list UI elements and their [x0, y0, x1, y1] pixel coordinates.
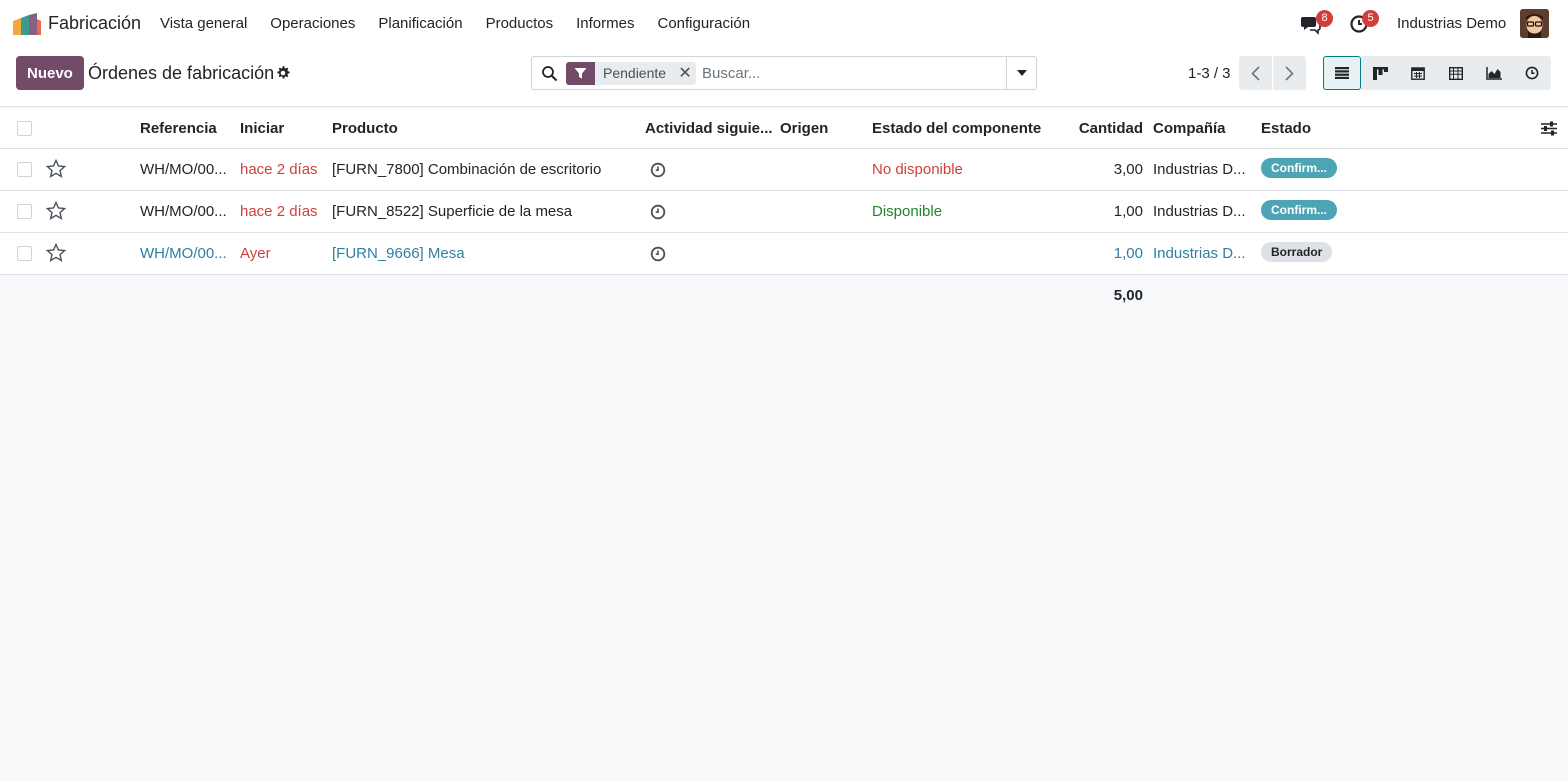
- pager-next-button[interactable]: [1273, 56, 1306, 90]
- kanban-icon: [1372, 66, 1388, 80]
- table-footer: 5,00: [0, 275, 1568, 316]
- activity-clock-icon[interactable]: [650, 162, 666, 178]
- quantity-total: 5,00: [1113, 287, 1143, 304]
- column-quantity[interactable]: Cantidad: [1079, 120, 1143, 137]
- status-badge: Borrador: [1261, 242, 1333, 262]
- cell-component-status: No disponible: [872, 161, 963, 178]
- search-input[interactable]: [702, 61, 1002, 85]
- search-options-toggle[interactable]: [1006, 57, 1036, 89]
- priority-star-icon[interactable]: [46, 159, 66, 179]
- row-checkbox[interactable]: [17, 204, 32, 219]
- area-chart-icon: [1486, 66, 1502, 80]
- page-title: Órdenes de fabricación: [88, 63, 275, 83]
- priority-star-icon[interactable]: [46, 201, 66, 221]
- cell-start: Ayer: [240, 245, 271, 262]
- menu-item-overview[interactable]: Vista general: [160, 15, 247, 32]
- cell-component-status: Disponible: [872, 203, 943, 220]
- cell-product: [FURN_7800] Combinación de escritorio: [332, 161, 602, 178]
- column-reference[interactable]: Referencia: [140, 120, 217, 137]
- cell-company: Industrias D...: [1153, 203, 1246, 220]
- activity-view-button[interactable]: [1513, 56, 1551, 90]
- cell-quantity: 1,00: [1113, 203, 1143, 220]
- row-checkbox[interactable]: [17, 162, 32, 177]
- caret-down-icon: [1016, 70, 1027, 76]
- status-badge: Confirm...: [1261, 158, 1337, 178]
- search-bar: Pendiente ✕: [531, 56, 1037, 90]
- table-header: Referencia Iniciar Producto Actividad si…: [0, 108, 1568, 149]
- gear-icon[interactable]: [275, 65, 291, 81]
- status-badge: Confirm...: [1261, 200, 1337, 220]
- clock-icon: [1525, 66, 1539, 80]
- table-row[interactable]: WH/MO/00... Ayer [FURN_9666] Mesa 1,00 I…: [0, 233, 1568, 275]
- menu-item-reports[interactable]: Informes: [576, 15, 634, 32]
- table-row[interactable]: WH/MO/00... hace 2 días [FURN_7800] Comb…: [0, 149, 1568, 191]
- facet-label: Pendiente: [603, 65, 667, 81]
- menu-item-planning[interactable]: Planificación: [378, 15, 462, 32]
- calendar-icon: [1411, 67, 1425, 80]
- priority-star-icon[interactable]: [46, 243, 66, 263]
- view-switcher: [1323, 56, 1551, 90]
- pivot-table-icon: [1449, 66, 1463, 80]
- menu-item-operations[interactable]: Operaciones: [270, 15, 355, 32]
- column-state[interactable]: Estado: [1261, 120, 1311, 137]
- cell-start: hace 2 días: [240, 203, 318, 220]
- optional-columns-sliders-icon[interactable]: [1541, 121, 1557, 136]
- kanban-view-button[interactable]: [1361, 56, 1399, 90]
- search-icon[interactable]: [541, 65, 558, 82]
- activities-badge: 5: [1362, 10, 1379, 27]
- cell-product: [FURN_8522] Superficie de la mesa: [332, 203, 573, 220]
- cell-company: Industrias D...: [1153, 245, 1246, 262]
- user-avatar[interactable]: [1520, 9, 1549, 38]
- menu-item-configuration[interactable]: Configuración: [657, 15, 750, 32]
- cell-reference: WH/MO/00...: [140, 203, 227, 220]
- cell-reference: WH/MO/00...: [140, 161, 227, 178]
- manufacturing-app-icon[interactable]: [13, 13, 41, 35]
- control-panel: Nuevo Órdenes de fabricación Pendiente ✕…: [0, 47, 1568, 107]
- table-row[interactable]: WH/MO/00... hace 2 días [FURN_8522] Supe…: [0, 191, 1568, 233]
- list-icon: [1335, 67, 1349, 79]
- pivot-view-button[interactable]: [1437, 56, 1475, 90]
- top-navbar: Fabricación Vista general Operaciones Pl…: [0, 0, 1568, 47]
- activity-clock-icon[interactable]: [650, 246, 666, 262]
- main-menu: Vista general Operaciones Planificación …: [160, 15, 773, 32]
- select-all-checkbox[interactable]: [17, 121, 32, 136]
- chevron-left-icon: [1251, 65, 1260, 81]
- column-start[interactable]: Iniciar: [240, 120, 284, 137]
- messages-badge: 8: [1316, 10, 1333, 27]
- pager-value[interactable]: 1-3 / 3: [1188, 65, 1231, 82]
- new-button[interactable]: Nuevo: [16, 56, 84, 90]
- menu-item-products[interactable]: Productos: [486, 15, 554, 32]
- remove-facet-close-icon[interactable]: ✕: [674, 62, 696, 85]
- pager-previous-button[interactable]: [1239, 56, 1272, 90]
- cell-quantity: 1,00: [1113, 245, 1143, 262]
- cell-product: [FURN_9666] Mesa: [332, 245, 465, 262]
- cell-company: Industrias D...: [1153, 161, 1246, 178]
- column-origin[interactable]: Origen: [780, 120, 828, 137]
- graph-view-button[interactable]: [1475, 56, 1513, 90]
- filter-icon: [566, 62, 595, 85]
- row-checkbox[interactable]: [17, 246, 32, 261]
- cell-reference: WH/MO/00...: [140, 245, 227, 262]
- calendar-view-button[interactable]: [1399, 56, 1437, 90]
- column-next-activity[interactable]: Actividad siguie...: [645, 120, 773, 137]
- column-component-status[interactable]: Estado del componente: [872, 120, 1041, 137]
- column-company[interactable]: Compañía: [1153, 120, 1226, 137]
- company-switcher[interactable]: Industrias Demo: [1397, 15, 1506, 32]
- cell-start: hace 2 días: [240, 161, 318, 178]
- list-table: Referencia Iniciar Producto Actividad si…: [0, 108, 1568, 316]
- app-name[interactable]: Fabricación: [48, 13, 141, 34]
- chevron-right-icon: [1285, 65, 1294, 81]
- activity-clock-icon[interactable]: [650, 204, 666, 220]
- column-product[interactable]: Producto: [332, 120, 398, 137]
- cell-quantity: 3,00: [1113, 161, 1143, 178]
- search-facet: Pendiente ✕: [566, 62, 697, 85]
- list-view-button[interactable]: [1323, 56, 1361, 90]
